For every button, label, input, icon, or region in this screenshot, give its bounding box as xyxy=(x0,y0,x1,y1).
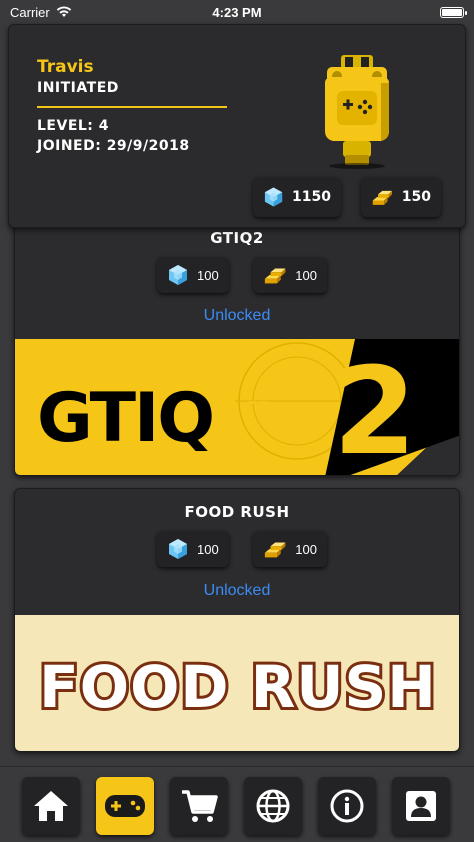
gems-balance-value: 1150 xyxy=(292,189,331,205)
battery-icon xyxy=(440,6,467,18)
gamepad-icon xyxy=(105,795,145,817)
gtiq2-banner: GTIQ 2 xyxy=(15,339,459,476)
player-rank: INITIATED xyxy=(37,80,119,96)
tab-games[interactable] xyxy=(96,777,154,835)
player-joined: JOINED: 29/9/2018 xyxy=(37,138,190,154)
game-card-food-rush[interactable]: FOOD RUSH 100 100 Unlocked FOOD RUSH xyxy=(14,488,460,752)
tab-profile[interactable] xyxy=(392,777,450,835)
gem-price-value: 100 xyxy=(197,541,219,557)
rank-divider xyxy=(37,106,227,108)
food-rush-banner: FOOD RUSH xyxy=(15,615,459,751)
unlock-status: Unlocked xyxy=(203,582,271,599)
gold-bars-icon xyxy=(264,268,286,284)
gem-icon xyxy=(169,539,187,559)
profile-card: Travis INITIATED LEVEL: 4 JOINED: 29/9/2… xyxy=(8,24,466,228)
home-icon xyxy=(34,791,68,821)
game-title: FOOD RUSH xyxy=(184,503,290,521)
game-card-gtiq2[interactable]: GTIQ2 100 100 Unlocked GTIQ 2 xyxy=(14,210,460,476)
unlock-status: Unlocked xyxy=(203,307,271,324)
game-title: GTIQ2 xyxy=(210,229,264,247)
gold-price: 100 xyxy=(253,257,327,293)
gem-price-value: 100 xyxy=(197,267,219,283)
gems-balance[interactable]: 1150 xyxy=(253,177,341,217)
tab-bar xyxy=(0,766,474,842)
gold-bars-icon xyxy=(372,190,393,205)
gold-price-value: 100 xyxy=(295,267,317,283)
gold-balance-value: 150 xyxy=(401,189,431,205)
gold-balance[interactable]: 150 xyxy=(361,177,441,217)
gem-price: 100 xyxy=(157,257,229,293)
tab-info[interactable] xyxy=(318,777,376,835)
gold-bars-icon xyxy=(264,542,286,558)
gtiq-banner-number: 2 xyxy=(333,343,417,476)
carrier-label: Carrier xyxy=(10,4,50,20)
tab-online[interactable] xyxy=(244,777,302,835)
player-level: LEVEL: 4 xyxy=(37,118,110,134)
food-rush-banner-text: FOOD RUSH xyxy=(39,653,437,721)
gtiq-banner-text: GTIQ xyxy=(37,379,213,458)
status-bar: Carrier 4:23 PM xyxy=(0,0,474,24)
gem-price: 100 xyxy=(157,531,229,567)
tab-store[interactable] xyxy=(170,777,228,835)
profile-icon xyxy=(406,791,436,821)
info-icon xyxy=(330,789,364,823)
globe-icon xyxy=(256,789,290,823)
gold-price-value: 100 xyxy=(295,541,317,557)
player-name: Travis xyxy=(37,57,94,77)
gold-price: 100 xyxy=(253,531,327,567)
gem-icon xyxy=(264,187,283,207)
robot-avatar xyxy=(325,55,389,169)
wifi-icon xyxy=(56,6,71,17)
cart-icon xyxy=(182,790,218,822)
gem-icon xyxy=(169,265,187,285)
status-left: Carrier xyxy=(10,5,72,20)
tab-home[interactable] xyxy=(22,777,80,835)
